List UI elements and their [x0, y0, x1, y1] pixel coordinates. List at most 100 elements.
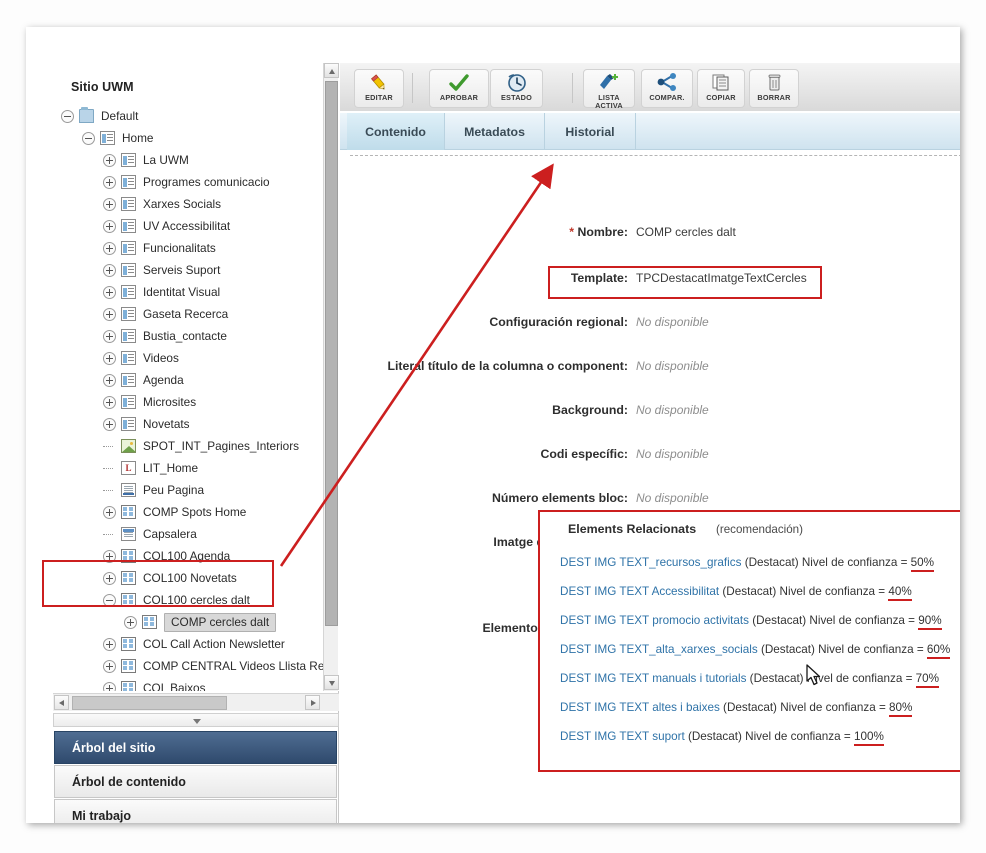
tab-historial[interactable]: Historial: [545, 113, 636, 150]
expand-icon[interactable]: [103, 373, 116, 387]
tree-node[interactable]: UV Accessibilitat: [61, 215, 333, 237]
tree-node-label[interactable]: Bustia_contacte: [143, 329, 227, 343]
expand-icon[interactable]: [103, 351, 116, 365]
tree-node-label[interactable]: COL Call Action Newsletter: [143, 637, 285, 651]
tree-node-label[interactable]: COMP CENTRAL Videos Llista Re: [143, 659, 324, 673]
expand-icon[interactable]: [103, 175, 116, 189]
expand-icon[interactable]: [103, 659, 116, 673]
tree-node[interactable]: Videos: [61, 347, 333, 369]
scroll-down-arrow-icon[interactable]: [324, 675, 339, 690]
tree-node-label[interactable]: COMP Spots Home: [143, 505, 246, 519]
tree-node-label[interactable]: Gaseta Recerca: [143, 307, 228, 321]
tree-node[interactable]: La UWM: [61, 149, 333, 171]
tree-node[interactable]: Agenda: [61, 369, 333, 391]
expand-icon[interactable]: [124, 615, 137, 629]
related-element-row[interactable]: DEST IMG TEXT promocio activitats (Desta…: [560, 614, 942, 630]
tree-node-label[interactable]: Microsites: [143, 395, 196, 409]
collapse-icon[interactable]: [61, 109, 74, 123]
related-element-row[interactable]: DEST IMG TEXT Accessibilitat (Destacat) …: [560, 585, 912, 601]
borrar-button[interactable]: BORRAR: [749, 69, 799, 108]
tree-node[interactable]: Default: [61, 105, 333, 127]
related-element-link[interactable]: DEST IMG TEXT manuals i tutorials: [560, 672, 746, 685]
accordion-item-3[interactable]: Mi trabajo: [54, 799, 337, 823]
tree-node[interactable]: COL Baixos: [61, 677, 333, 691]
tree-node-label[interactable]: Videos: [143, 351, 179, 365]
related-element-row[interactable]: DEST IMG TEXT manuals i tutorials (Desta…: [560, 672, 940, 688]
tree-node-label[interactable]: SPOT_INT_Pagines_Interiors: [143, 439, 299, 453]
related-element-row[interactable]: DEST IMG TEXT altes i baixes (Destacat) …: [560, 701, 913, 717]
tree-node-label[interactable]: Programes comunicacio: [143, 175, 270, 189]
expand-icon[interactable]: [103, 263, 116, 277]
tree-node[interactable]: COMP CENTRAL Videos Llista Re: [61, 655, 333, 677]
expand-icon[interactable]: [103, 241, 116, 255]
related-element-link[interactable]: DEST IMG TEXT suport: [560, 730, 685, 743]
horizontal-scroll-thumb[interactable]: [72, 696, 227, 710]
expand-icon[interactable]: [103, 307, 116, 321]
accordion-item-2[interactable]: Árbol de contenido: [54, 765, 337, 798]
tree-node[interactable]: Peu Pagina: [61, 479, 333, 501]
related-element-link[interactable]: DEST IMG TEXT_recursos_grafics: [560, 556, 741, 569]
expand-icon[interactable]: [103, 395, 116, 409]
tree-node[interactable]: Gaseta Recerca: [61, 303, 333, 325]
expand-icon[interactable]: [103, 681, 116, 691]
related-element-link[interactable]: DEST IMG TEXT Accessibilitat: [560, 585, 719, 598]
related-element-row[interactable]: DEST IMG TEXT_recursos_grafics (Destacat…: [560, 556, 935, 572]
tree-node[interactable]: Bustia_contacte: [61, 325, 333, 347]
tree-node-label[interactable]: Xarxes Socials: [143, 197, 221, 211]
expand-icon[interactable]: [103, 637, 116, 651]
vertical-scroll-thumb[interactable]: [325, 81, 338, 626]
tree-node-label[interactable]: Agenda: [143, 373, 184, 387]
editar-button[interactable]: EDITAR: [354, 69, 404, 108]
tree-node[interactable]: Home: [61, 127, 333, 149]
expand-icon[interactable]: [103, 505, 116, 519]
tree-node[interactable]: LIT_Home: [61, 457, 333, 479]
pane-collapse-handle[interactable]: [53, 713, 339, 727]
expand-icon[interactable]: [103, 417, 116, 431]
tree-node-label[interactable]: Serveis Suport: [143, 263, 220, 277]
related-element-row[interactable]: DEST IMG TEXT suport (Destacat) Nivel de…: [560, 730, 884, 746]
expand-icon[interactable]: [103, 329, 116, 343]
tree-node[interactable]: Microsites: [61, 391, 333, 413]
tree-node-label[interactable]: COMP cercles dalt: [164, 612, 277, 632]
tree-node[interactable]: Serveis Suport: [61, 259, 333, 281]
tree-node[interactable]: Capsalera: [61, 523, 333, 545]
related-element-link[interactable]: DEST IMG TEXT altes i baixes: [560, 701, 720, 714]
tree-node[interactable]: Identitat Visual: [61, 281, 333, 303]
tree-node-label[interactable]: Identitat Visual: [143, 285, 220, 299]
scroll-right-arrow-icon[interactable]: [305, 695, 320, 710]
tree-node[interactable]: COL Call Action Newsletter: [61, 633, 333, 655]
tree-node[interactable]: COMP cercles dalt: [61, 611, 333, 633]
estado-button[interactable]: ESTADO: [490, 69, 543, 108]
tree-node-label[interactable]: La UWM: [143, 153, 189, 167]
site-tree-vertical-scrollbar[interactable]: [323, 63, 339, 691]
collapse-icon[interactable]: [82, 131, 95, 145]
tree-node-label[interactable]: Peu Pagina: [143, 483, 204, 497]
aprobar-button[interactable]: APROBAR: [429, 69, 489, 108]
related-element-link[interactable]: DEST IMG TEXT promocio activitats: [560, 614, 749, 627]
expand-icon[interactable]: [103, 197, 116, 211]
tree-node[interactable]: Programes comunicacio: [61, 171, 333, 193]
comparar-button[interactable]: COMPAR.: [641, 69, 693, 108]
tree-node-label[interactable]: LIT_Home: [143, 461, 198, 475]
tree-node[interactable]: Xarxes Socials: [61, 193, 333, 215]
expand-icon[interactable]: [103, 285, 116, 299]
site-tree-horizontal-scrollbar[interactable]: [53, 693, 339, 711]
tab-metadatos[interactable]: Metadatos: [445, 113, 545, 150]
expand-icon[interactable]: [103, 153, 116, 167]
tree-node-label[interactable]: Novetats: [143, 417, 190, 431]
lista-activa-button[interactable]: LISTA ACTIVA: [583, 69, 635, 109]
expand-icon[interactable]: [103, 219, 116, 233]
tree-node-label[interactable]: Home: [122, 131, 153, 145]
tab-contenido[interactable]: Contenido: [347, 113, 445, 150]
tree-node-label[interactable]: Default: [101, 109, 138, 123]
tree-node[interactable]: SPOT_INT_Pagines_Interiors: [61, 435, 333, 457]
tree-node-label[interactable]: Funcionalitats: [143, 241, 216, 255]
accordion-item-1[interactable]: Árbol del sitio: [54, 731, 337, 764]
tree-node[interactable]: Funcionalitats: [61, 237, 333, 259]
scroll-left-arrow-icon[interactable]: [54, 695, 69, 710]
tree-node-label[interactable]: Capsalera: [143, 527, 197, 541]
tree-node-label[interactable]: UV Accessibilitat: [143, 219, 230, 233]
scroll-up-arrow-icon[interactable]: [324, 63, 339, 78]
tree-node[interactable]: Novetats: [61, 413, 333, 435]
related-element-link[interactable]: DEST IMG TEXT_alta_xarxes_socials: [560, 643, 758, 656]
